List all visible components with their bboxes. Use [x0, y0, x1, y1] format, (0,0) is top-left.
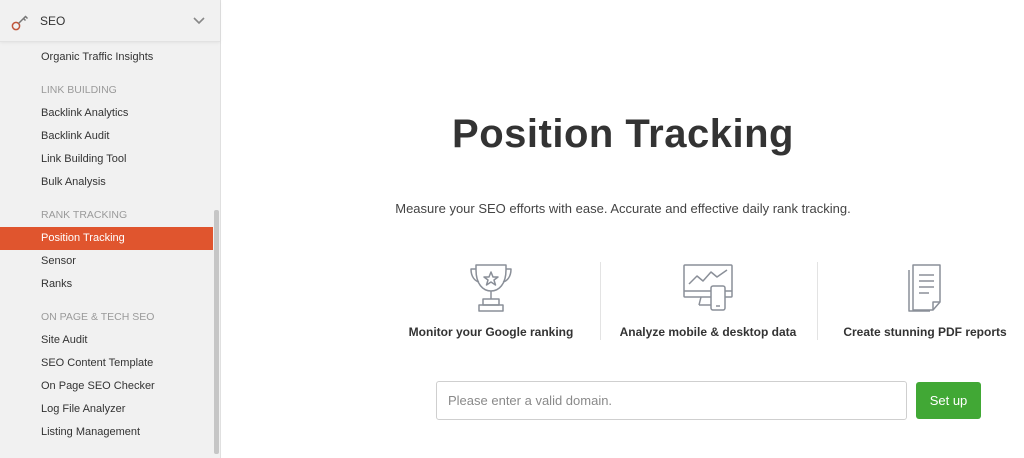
- trophy-icon: [470, 264, 512, 312]
- feature-label: Create stunning PDF reports: [843, 325, 1007, 339]
- domain-input[interactable]: [436, 381, 907, 420]
- setup-button[interactable]: Set up: [916, 382, 981, 419]
- main-content: Position Tracking Measure your SEO effor…: [222, 0, 1024, 458]
- sidebar-item-site-audit[interactable]: Site Audit: [0, 329, 213, 352]
- sidebar-item-bulk-analysis[interactable]: Bulk Analysis: [0, 171, 213, 194]
- document-icon: [908, 264, 941, 312]
- sidebar-header-seo[interactable]: SEO: [0, 0, 220, 42]
- section-title-on-page-tech-seo: ON PAGE & TECH SEO: [41, 311, 155, 323]
- sidebar: SEO Organic Traffic Insights LINK BUILDI…: [0, 0, 221, 458]
- feature-label: Monitor your Google ranking: [408, 325, 574, 339]
- sidebar-item-backlink-analytics[interactable]: Backlink Analytics: [0, 102, 213, 125]
- feature-mobile-desktop: Analyze mobile & desktop data: [618, 258, 798, 339]
- sidebar-item-backlink-audit[interactable]: Backlink Audit: [0, 125, 213, 148]
- sidebar-item-listing-management[interactable]: Listing Management: [0, 421, 213, 444]
- feature-divider: [817, 262, 818, 340]
- devices-icon: [683, 264, 733, 311]
- section-title-link-building: LINK BUILDING: [41, 84, 117, 96]
- sidebar-item-on-page-seo-checker[interactable]: On Page SEO Checker: [0, 375, 213, 398]
- feature-divider: [600, 262, 601, 340]
- section-title-rank-tracking: RANK TRACKING: [41, 209, 128, 221]
- sidebar-item-link-building-tool[interactable]: Link Building Tool: [0, 148, 213, 171]
- sidebar-item-log-file-analyzer[interactable]: Log File Analyzer: [0, 398, 213, 421]
- sidebar-item-sensor[interactable]: Sensor: [0, 250, 213, 273]
- sidebar-item-seo-content-template[interactable]: SEO Content Template: [0, 352, 213, 375]
- chevron-down-icon[interactable]: [191, 13, 207, 29]
- sidebar-item-organic-traffic-insights[interactable]: Organic Traffic Insights: [0, 46, 213, 69]
- feature-pdf-reports: Create stunning PDF reports: [838, 258, 1012, 339]
- sidebar-item-ranks[interactable]: Ranks: [0, 273, 213, 296]
- key-icon: [10, 14, 32, 32]
- sidebar-nav: Organic Traffic Insights LINK BUILDING B…: [0, 46, 213, 444]
- page-title: Position Tracking: [452, 112, 794, 156]
- page-subtitle: Measure your SEO efforts with ease. Accu…: [395, 201, 851, 216]
- sidebar-scrollbar[interactable]: [214, 210, 219, 454]
- sidebar-item-position-tracking[interactable]: Position Tracking: [0, 227, 213, 250]
- sidebar-header-title: SEO: [40, 13, 66, 28]
- feature-label: Analyze mobile & desktop data: [619, 325, 797, 339]
- feature-monitor-ranking: Monitor your Google ranking: [406, 258, 576, 339]
